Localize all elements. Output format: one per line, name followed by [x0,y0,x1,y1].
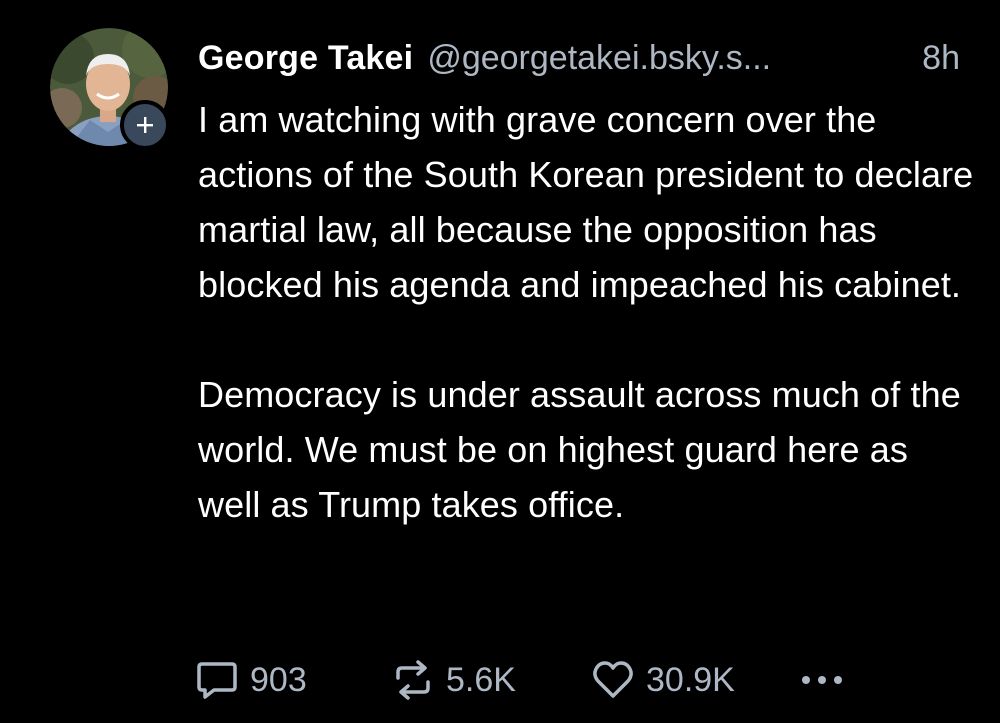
repost-count: 5.6K [446,660,516,699]
reply-count: 903 [250,660,307,699]
author-name[interactable]: George Takei [198,39,413,78]
post-header: George Takei @georgetakei.bsky.s... 8h [198,30,968,86]
more-options-button[interactable] [800,674,844,686]
post[interactable]: George Takei @georgetakei.bsky.s... 8h I… [0,0,1000,723]
heart-icon [593,661,633,698]
reply-button[interactable]: 903 [196,660,392,700]
post-paragraph: Democracy is under assault across much o… [198,374,961,525]
post-paragraph: I am watching with grave concern over th… [198,99,974,305]
author-handle[interactable]: @georgetakei.bsky.s... [427,39,771,78]
avatar-container [50,28,170,150]
like-count: 30.9K [646,660,735,699]
more-options-icon [802,676,842,684]
like-button[interactable]: 30.9K [592,660,800,700]
follow-button[interactable] [120,100,170,150]
post-actions: 903 5.6K 30.9K [196,650,896,710]
post-body: I am watching with grave concern over th… [198,92,978,532]
repost-icon [396,660,430,700]
post-timestamp[interactable]: 8h [922,39,968,78]
plus-icon [137,117,153,133]
repost-button[interactable]: 5.6K [392,660,592,700]
reply-icon [197,662,237,699]
